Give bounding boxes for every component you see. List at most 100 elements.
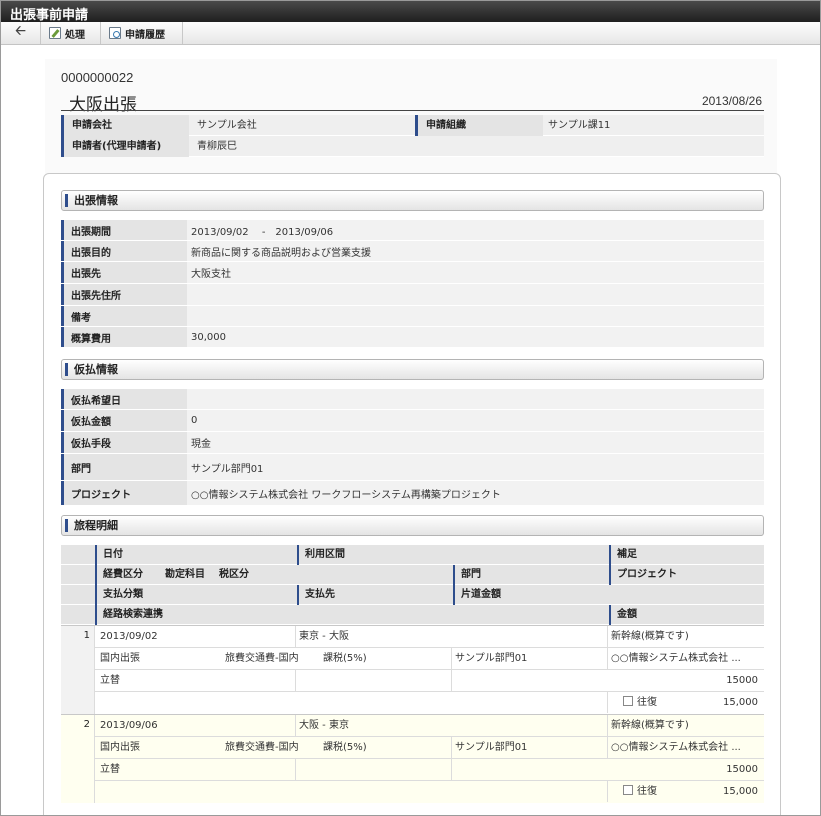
field-label: プロジェクト <box>61 481 187 505</box>
cell-divider <box>295 670 296 691</box>
item-account: 旅費交通費-国内 <box>225 653 299 664</box>
applicant-label: 申請者(代理申請者) <box>61 136 189 157</box>
item-project: ○○情報システム株式会社 ... <box>611 742 741 753</box>
item-dept: サンプル部門01 <box>455 742 528 753</box>
itinerary-header-row-4: 経路検索連携 金額 <box>61 605 764 625</box>
field-row: プロジェクト ○○情報システム株式会社 ワークフローシステム再構築プロジェクト <box>61 481 764 506</box>
edit-icon <box>49 27 61 39</box>
header-pay-type: 支払分類 <box>95 585 297 605</box>
header-date: 日付 <box>95 545 297 565</box>
field-value: 新商品に関する商品説明および営業支援 <box>191 247 371 259</box>
item-account: 旅費交通費-国内 <box>225 742 299 753</box>
field-label: 出張目的 <box>61 241 187 261</box>
item-tax: 課税(5%) <box>323 742 367 753</box>
itinerary-item[interactable]: 1 2013/09/02 東京 - 大阪 新幹線(概算です) 国内出張 旅費交通… <box>61 625 764 714</box>
header-tax: 税区分 <box>219 569 249 580</box>
field-row: 部門 サンプル部門01 <box>61 454 764 481</box>
itinerary-header-row-2: 経費区分 勘定科目 税区分 部門 プロジェクト <box>61 565 764 585</box>
toolbar: 🡠 処理 申請履歴 <box>1 22 820 45</box>
window-title: 出張事前申請 <box>1 1 820 23</box>
item-oneway: 15000 <box>726 764 758 775</box>
field-value: 0 <box>191 415 198 426</box>
item-expense-type: 国内出張 <box>100 653 140 664</box>
roundtrip-label: 往復 <box>637 697 657 708</box>
field-value: サンプル部門01 <box>191 463 264 475</box>
item-pay-type: 立替 <box>100 764 120 775</box>
cell-divider <box>607 692 608 713</box>
applicant-value: 青柳辰巳 <box>197 141 237 152</box>
item-date: 2013/09/02 <box>100 631 158 642</box>
field-row: 概算費用 30,000 <box>61 327 764 348</box>
header-expense-type: 経費区分 <box>95 565 159 585</box>
history-button[interactable]: 申請履歴 <box>101 22 183 44</box>
document-number: 0000000022 <box>61 70 134 85</box>
itinerary-item[interactable]: 2 2013/09/06 大阪 - 東京 新幹線(概算です) 国内出張 旅費交通… <box>61 714 764 803</box>
header-row-company: 申請会社 サンプル会社 申請組織 サンプル課11 <box>61 115 764 136</box>
header-project: プロジェクト <box>609 565 764 585</box>
item-amount: 15,000 <box>723 697 758 708</box>
item-number: 2 <box>61 715 95 803</box>
org-label: 申請組織 <box>415 115 543 136</box>
field-label: 仮払希望日 <box>61 389 187 409</box>
field-value: 現金 <box>191 439 211 450</box>
window: 出張事前申請 🡠 処理 申請履歴 0000000022 大阪出張 2013/08… <box>0 0 821 816</box>
cell-divider <box>295 626 296 647</box>
field-label: 仮払手段 <box>61 432 187 453</box>
header-note: 補足 <box>609 545 764 565</box>
item-note: 新幹線(概算です) <box>611 720 689 731</box>
cell-divider <box>295 759 296 780</box>
header-row-applicant: 申請者(代理申請者) 青柳辰巳 <box>61 136 764 157</box>
header-route: 利用区間 <box>297 545 609 565</box>
field-row: 出張目的 新商品に関する商品説明および営業支援 <box>61 241 764 262</box>
item-route: 東京 - 大阪 <box>299 631 349 642</box>
back-button[interactable]: 🡠 <box>1 22 41 44</box>
field-value: 大阪支社 <box>191 269 231 280</box>
item-row-2: 国内出張 旅費交通費-国内 課税(5%) サンプル部門01 ○○情報システム株式… <box>95 737 764 759</box>
process-button[interactable]: 処理 <box>41 22 101 44</box>
itinerary-header-row-3: 支払分類 支払先 片道金額 <box>61 585 764 605</box>
field-row: 出張先 大阪支社 <box>61 262 764 284</box>
item-row-1: 2013/09/06 大阪 - 東京 新幹線(概算です) <box>95 715 764 737</box>
checkbox-icon[interactable] <box>623 785 633 795</box>
field-row: 仮払希望日 <box>61 389 764 410</box>
header-oneway: 片道金額 <box>453 585 764 605</box>
cell-divider <box>607 715 608 736</box>
item-row-1: 2013/09/02 東京 - 大阪 新幹線(概算です) <box>95 626 764 648</box>
field-row: 仮払手段 現金 <box>61 432 764 454</box>
cell-divider <box>451 737 452 758</box>
item-row-4: 往復 15,000 <box>95 781 764 803</box>
roundtrip-checkbox[interactable]: 往復 <box>623 781 657 802</box>
cell-divider <box>451 648 452 669</box>
roundtrip-label: 往復 <box>637 786 657 797</box>
history-label: 申請履歴 <box>125 29 165 41</box>
field-label: 概算費用 <box>61 327 187 347</box>
cell-divider <box>607 737 608 758</box>
item-oneway: 15000 <box>726 675 758 686</box>
header-dept: 部門 <box>453 565 609 585</box>
checkbox-icon[interactable] <box>623 696 633 706</box>
item-expense-type: 国内出張 <box>100 742 140 753</box>
item-dept: サンプル部門01 <box>455 653 528 664</box>
history-icon <box>109 27 121 39</box>
cell-divider <box>607 781 608 802</box>
cell-divider <box>607 648 608 669</box>
field-label: 出張先住所 <box>61 284 187 305</box>
item-project: ○○情報システム株式会社 ... <box>611 653 741 664</box>
cell-divider <box>451 670 452 691</box>
header-account: 勘定科目 <box>165 569 205 580</box>
field-value: ○○情報システム株式会社 ワークフローシステム再構築プロジェクト <box>191 489 501 501</box>
company-value: サンプル会社 <box>197 120 257 131</box>
field-label: 仮払金額 <box>61 410 187 431</box>
item-amount: 15,000 <box>723 786 758 797</box>
section-trip-info: 出張情報 <box>61 190 764 211</box>
item-row-2: 国内出張 旅費交通費-国内 課税(5%) サンプル部門01 ○○情報システム株式… <box>95 648 764 670</box>
roundtrip-checkbox[interactable]: 往復 <box>623 692 657 713</box>
field-label: 出張先 <box>61 262 187 283</box>
cell-divider <box>295 715 296 736</box>
field-row: 備考 <box>61 306 764 327</box>
field-label: 備考 <box>61 306 187 326</box>
process-label: 処理 <box>65 29 85 41</box>
org-value: サンプル課11 <box>548 120 611 131</box>
field-value: 2013/09/02 - 2013/09/06 <box>191 226 334 238</box>
subject-date: 2013/08/26 <box>701 94 762 108</box>
